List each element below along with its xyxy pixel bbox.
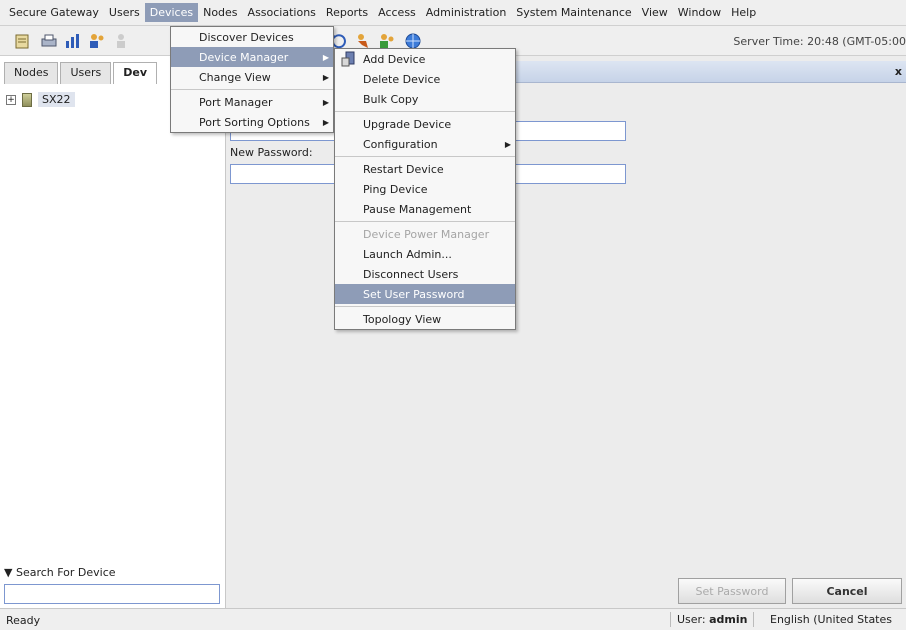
menu-devices[interactable]: Devices [144,3,199,22]
menu-separator [335,221,515,222]
menu-separator [335,306,515,307]
status-text: Ready [6,614,41,627]
set-password-button[interactable]: Set Password [678,578,786,604]
chart-icon[interactable] [64,32,82,50]
device-manager-menu: Add Device Delete Device Bulk Copy Upgra… [334,48,516,330]
menu-item-port-sorting-options[interactable]: Port Sorting Options ▶ [171,112,333,132]
left-tabs: Nodes Users Dev [4,62,159,84]
status-bar: Ready User: admin English (United States [0,608,906,630]
submenu-arrow-icon: ▶ [322,117,329,127]
menu-access[interactable]: Access [373,3,421,22]
menu-bar: Secure Gateway Users Devices Nodes Assoc… [0,0,906,26]
menu-item-port-manager[interactable]: Port Manager ▶ [171,92,333,112]
tab-nodes[interactable]: Nodes [4,62,59,84]
menu-item-bulk-copy[interactable]: Bulk Copy [335,89,515,109]
cancel-button[interactable]: Cancel [792,578,902,604]
menu-item-device-manager[interactable]: Device Manager ▶ [171,47,333,67]
tab-users[interactable]: Users [60,62,112,84]
devices-menu: Discover Devices Device Manager ▶ Change… [170,26,334,133]
submenu-arrow-icon: ▶ [504,139,511,149]
menu-associations[interactable]: Associations [243,3,321,22]
set-password-form: x New Password: Set Password Cancel [226,56,906,608]
device-icon [22,92,32,107]
menu-view[interactable]: View [637,3,673,22]
menu-item-label: Port Manager [199,95,273,109]
menu-window[interactable]: Window [673,3,726,22]
menu-item-device-power-manager: Device Power Manager [363,227,490,241]
search-section-header[interactable]: ▼ Search For Device [4,566,116,579]
submenu-arrow-icon: ▶ [322,97,329,107]
tab-devices[interactable]: Dev [113,62,158,84]
menu-item-set-user-password[interactable]: Set User Password [335,284,515,304]
menu-item-configuration[interactable]: Configuration ▶ [335,134,515,154]
menu-item-label: Change View [199,70,271,84]
submenu-arrow-icon: ▶ [322,52,329,62]
menu-system-maintenance[interactable]: System Maintenance [511,3,636,22]
menu-item-restart-device[interactable]: Restart Device [335,159,515,179]
menu-help[interactable]: Help [726,3,761,22]
menu-separator [335,156,515,157]
menu-item-delete-device[interactable]: Delete Device [335,69,515,89]
submenu-arrow-icon: ▶ [322,72,329,82]
new-password-label: New Password: [230,146,313,159]
menu-item-launch-admin[interactable]: Launch Admin... [335,244,515,264]
close-icon[interactable]: x [895,65,902,78]
device-label[interactable]: SX22 [38,92,75,107]
menu-item-pause-management[interactable]: Pause Management [335,199,515,219]
menu-item-topology-view[interactable]: Topology View [335,309,515,329]
user-disabled-icon [112,32,130,50]
menu-item-upgrade-device[interactable]: Upgrade Device [335,114,515,134]
menu-item-ping-device[interactable]: Ping Device [335,179,515,199]
notes-icon[interactable] [14,32,32,50]
left-panel: Nodes Users Dev + SX22 ▼ Search For Devi… [0,56,226,608]
menu-separator [335,111,515,112]
menu-secure-gateway[interactable]: Secure Gateway [4,3,104,22]
menu-users[interactable]: Users [104,3,145,22]
menu-item-label: Device Manager [199,50,289,64]
search-input[interactable] [4,584,220,604]
expand-icon[interactable]: + [6,94,16,105]
menu-reports[interactable]: Reports [321,3,373,22]
menu-separator [171,89,333,90]
menu-item-label: Add Device [363,52,426,66]
device-tree-item[interactable]: + SX22 [6,92,75,107]
menu-item-add-device[interactable]: Add Device [335,49,515,69]
menu-item-label: Configuration [363,137,438,151]
menu-item-label: Port Sorting Options [199,115,310,129]
users-icon[interactable] [88,32,106,50]
print-icon[interactable] [40,32,58,50]
menu-administration[interactable]: Administration [421,3,512,22]
status-user: User: admin [670,612,755,627]
menu-item-disconnect-users[interactable]: Disconnect Users [335,264,515,284]
menu-nodes[interactable]: Nodes [198,3,242,22]
add-device-icon [341,51,357,67]
server-time: Server Time: 20:48 (GMT-05:00 [733,35,906,48]
user-name: admin [709,613,748,626]
menu-item-discover-devices[interactable]: Discover Devices [171,27,333,47]
user-prefix: User: [677,613,706,626]
menu-item-change-view[interactable]: Change View ▶ [171,67,333,87]
status-language: English (United States [770,613,892,626]
